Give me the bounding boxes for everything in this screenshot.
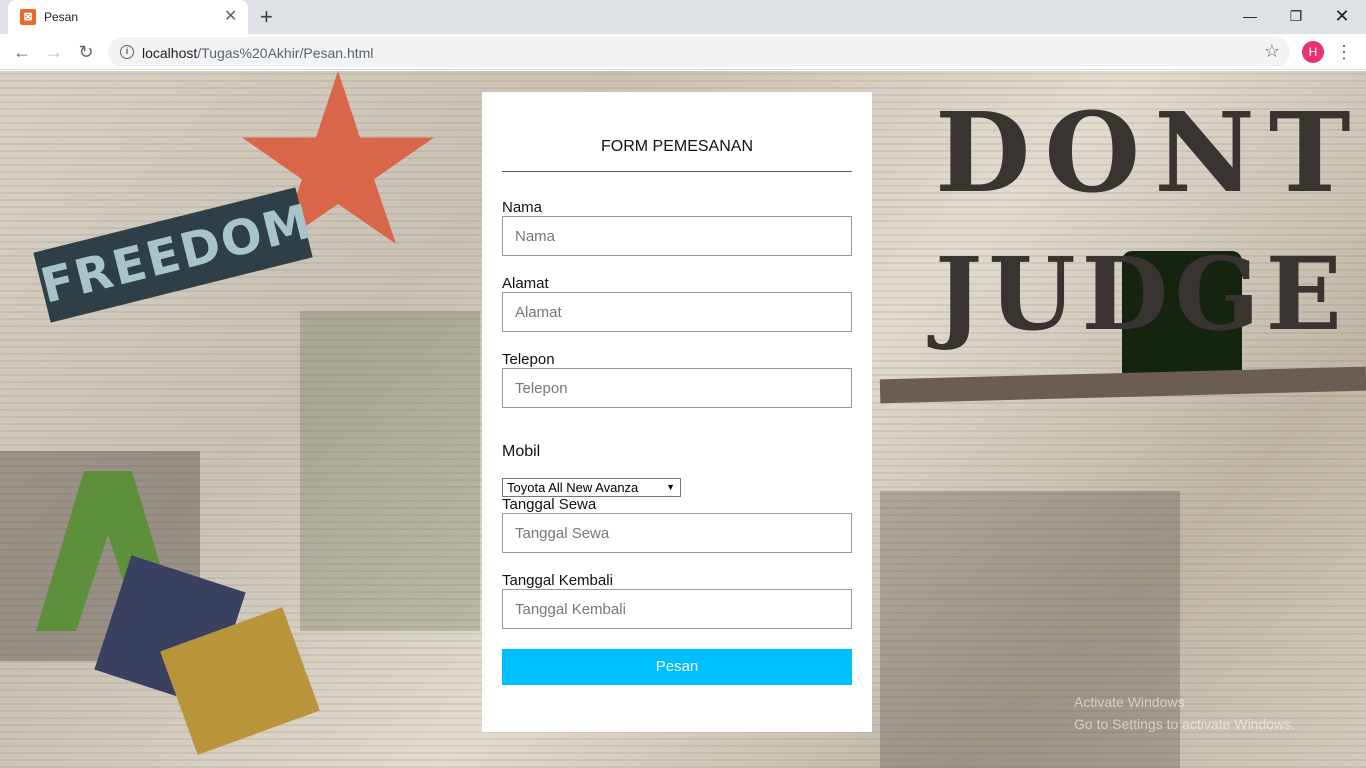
judge-scrap: JUDGE	[935, 235, 1348, 353]
browser-toolbar: ← → ↻ i localhost/Tugas%20Akhir/Pesan.ht…	[0, 34, 1366, 70]
page-viewport: FREEDOM DONT JUDGE Activate Windows Go t…	[0, 71, 1366, 768]
forward-icon[interactable]: →	[42, 40, 66, 64]
nama-input[interactable]	[502, 216, 852, 256]
title-divider	[502, 171, 852, 172]
tab-bar: ⊠ Pesan ✕ + — ❐ ✕	[0, 0, 1366, 34]
url-host: localhost	[142, 45, 198, 61]
collage-stripe	[879, 366, 1366, 404]
bookmark-star-icon[interactable]: ☆	[1264, 41, 1280, 62]
nama-label: Nama	[502, 199, 543, 216]
back-icon[interactable]: ←	[10, 40, 34, 64]
close-tab-icon[interactable]: ✕	[224, 8, 237, 26]
tab-title: Pesan	[44, 10, 79, 24]
mobil-selected-value: Toyota All New Avanza	[507, 480, 639, 495]
address-bar[interactable]: i localhost/Tugas%20Akhir/Pesan.html ☆	[108, 37, 1290, 67]
tanggal-sewa-label: Tanggal Sewa	[502, 496, 597, 513]
alamat-label: Alamat	[502, 275, 549, 292]
reload-icon[interactable]: ↻	[74, 40, 98, 64]
telepon-label: Telepon	[502, 351, 555, 368]
dropdown-arrow-icon: ▼	[666, 482, 675, 492]
mobil-label: Mobil	[502, 443, 541, 460]
minimize-icon[interactable]: —	[1230, 4, 1270, 30]
xampp-icon: ⊠	[20, 9, 36, 25]
pesan-button[interactable]: Pesan	[502, 649, 852, 685]
telepon-input[interactable]	[502, 368, 852, 408]
new-tab-icon[interactable]: +	[260, 4, 273, 30]
window-close-icon[interactable]: ✕	[1322, 4, 1362, 30]
freedom-scrap: FREEDOM	[33, 187, 318, 323]
more-menu-icon[interactable]: ⋮	[1334, 40, 1354, 64]
watermark-line2: Go to Settings to activate Windows.	[1074, 716, 1295, 732]
collage-scrap	[300, 311, 480, 631]
activate-windows-watermark: Activate Windows Go to Settings to activ…	[1074, 691, 1295, 735]
alamat-input[interactable]	[502, 292, 852, 332]
tanggal-sewa-input[interactable]	[502, 513, 852, 553]
url-path: /Tugas%20Akhir/Pesan.html	[197, 45, 374, 61]
url-text[interactable]: localhost/Tugas%20Akhir/Pesan.html	[142, 45, 373, 61]
tanggal-kembali-label: Tanggal Kembali	[502, 572, 613, 589]
watermark-line1: Activate Windows	[1074, 694, 1185, 710]
mobil-select[interactable]: Toyota All New Avanza ▼	[502, 478, 681, 497]
maximize-icon[interactable]: ❐	[1276, 4, 1316, 30]
profile-avatar[interactable]: H	[1302, 41, 1324, 63]
tanggal-kembali-input[interactable]	[502, 589, 852, 629]
order-form-card: FORM PEMESANAN Nama Alamat Telepon Mobil…	[482, 92, 872, 732]
form-title: FORM PEMESANAN	[600, 138, 753, 155]
tab-pesan[interactable]: ⊠ Pesan ✕	[8, 0, 248, 34]
dont-scrap: DONT	[935, 88, 1365, 217]
info-icon[interactable]: i	[120, 45, 134, 59]
